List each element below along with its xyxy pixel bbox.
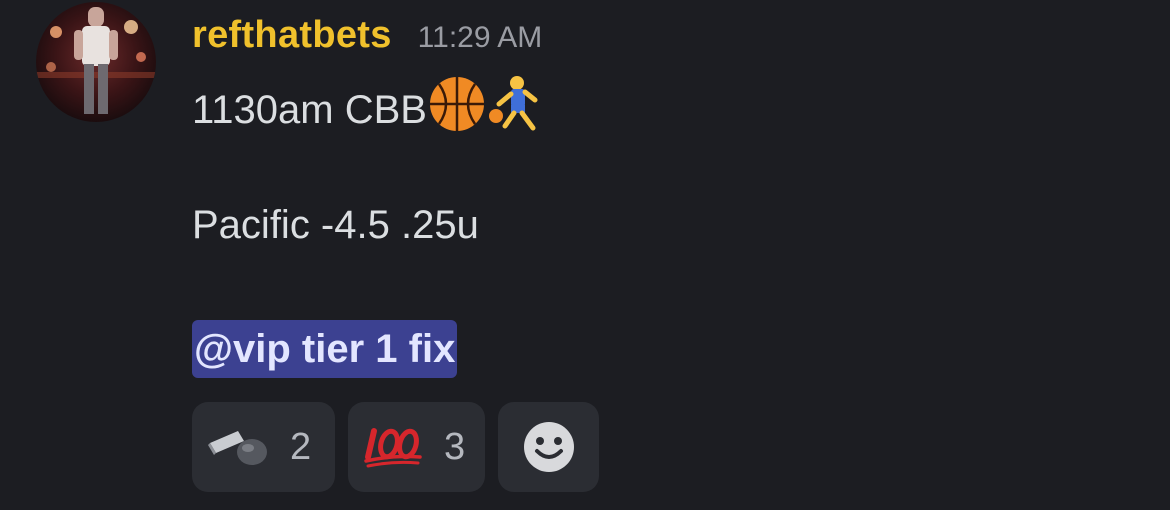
add-reaction-button[interactable]	[498, 402, 599, 492]
smiley-icon	[523, 421, 575, 473]
reaction-count: 2	[290, 425, 312, 468]
username[interactable]: refthatbets	[192, 14, 392, 57]
avatar-image	[36, 7, 156, 114]
role-mention[interactable]: @vip tier 1 fix	[192, 320, 458, 378]
reaction-whistle[interactable]: 2	[192, 402, 335, 492]
message-text-line-2: Pacific -4.5 .25u	[192, 203, 479, 247]
avatar[interactable]	[36, 2, 156, 122]
message-header: refthatbets 11:29 AM	[192, 14, 542, 60]
hundred-points-icon	[362, 425, 424, 469]
basketball-icon	[427, 74, 487, 146]
whistle-icon	[206, 425, 270, 469]
message-line-1: 1130am CBB	[192, 74, 543, 146]
timestamp[interactable]: 11:29 AM	[418, 21, 543, 55]
reaction-count: 3	[444, 425, 466, 468]
person-bouncing-ball-icon	[487, 74, 543, 146]
message-text-line-1: 1130am CBB	[192, 88, 427, 132]
reaction-hundred[interactable]: 3	[348, 402, 485, 492]
